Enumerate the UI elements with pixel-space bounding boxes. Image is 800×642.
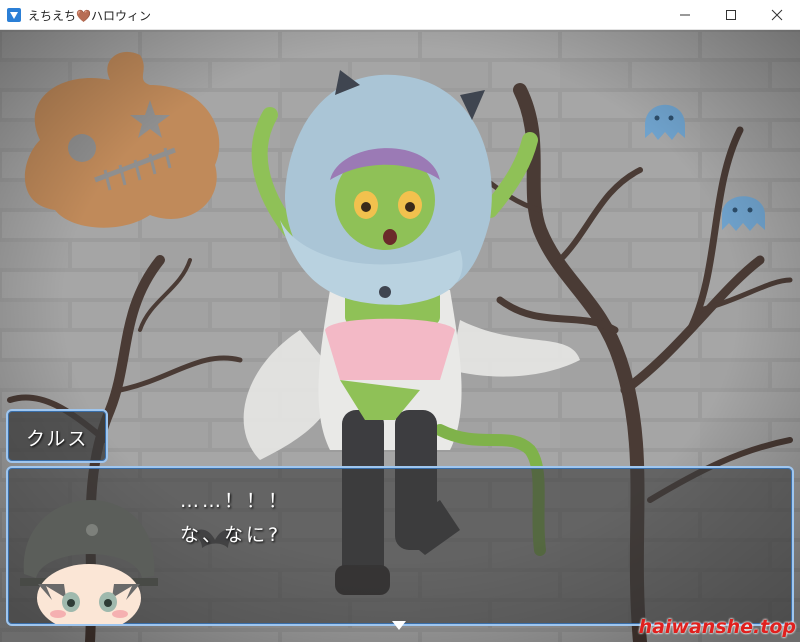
continue-arrow-icon[interactable] xyxy=(392,621,406,630)
speaker-face-portrait xyxy=(20,500,158,624)
minimize-button[interactable] xyxy=(662,0,708,30)
close-icon xyxy=(771,9,783,21)
app-icon xyxy=(7,8,21,22)
maximize-button[interactable] xyxy=(708,0,754,30)
window-titlebar: えちえち🤎ハロウィン xyxy=(0,0,800,30)
window-title: えちえち🤎ハロウィン xyxy=(28,9,151,23)
watermark: haiwanshe.top xyxy=(638,616,796,638)
close-button[interactable] xyxy=(754,0,800,30)
speaker-name: クルス xyxy=(26,428,89,450)
dialogue-line-1: ……！！！ xyxy=(180,490,291,512)
game-screen[interactable]: クルス ……！！！ な、なに? haiwanshe.top xyxy=(0,30,800,642)
minimize-icon xyxy=(680,14,690,16)
speaker-name-box: クルス xyxy=(6,409,108,463)
maximize-icon xyxy=(726,10,736,20)
dialogue-line-2: な、なに? xyxy=(180,524,282,546)
